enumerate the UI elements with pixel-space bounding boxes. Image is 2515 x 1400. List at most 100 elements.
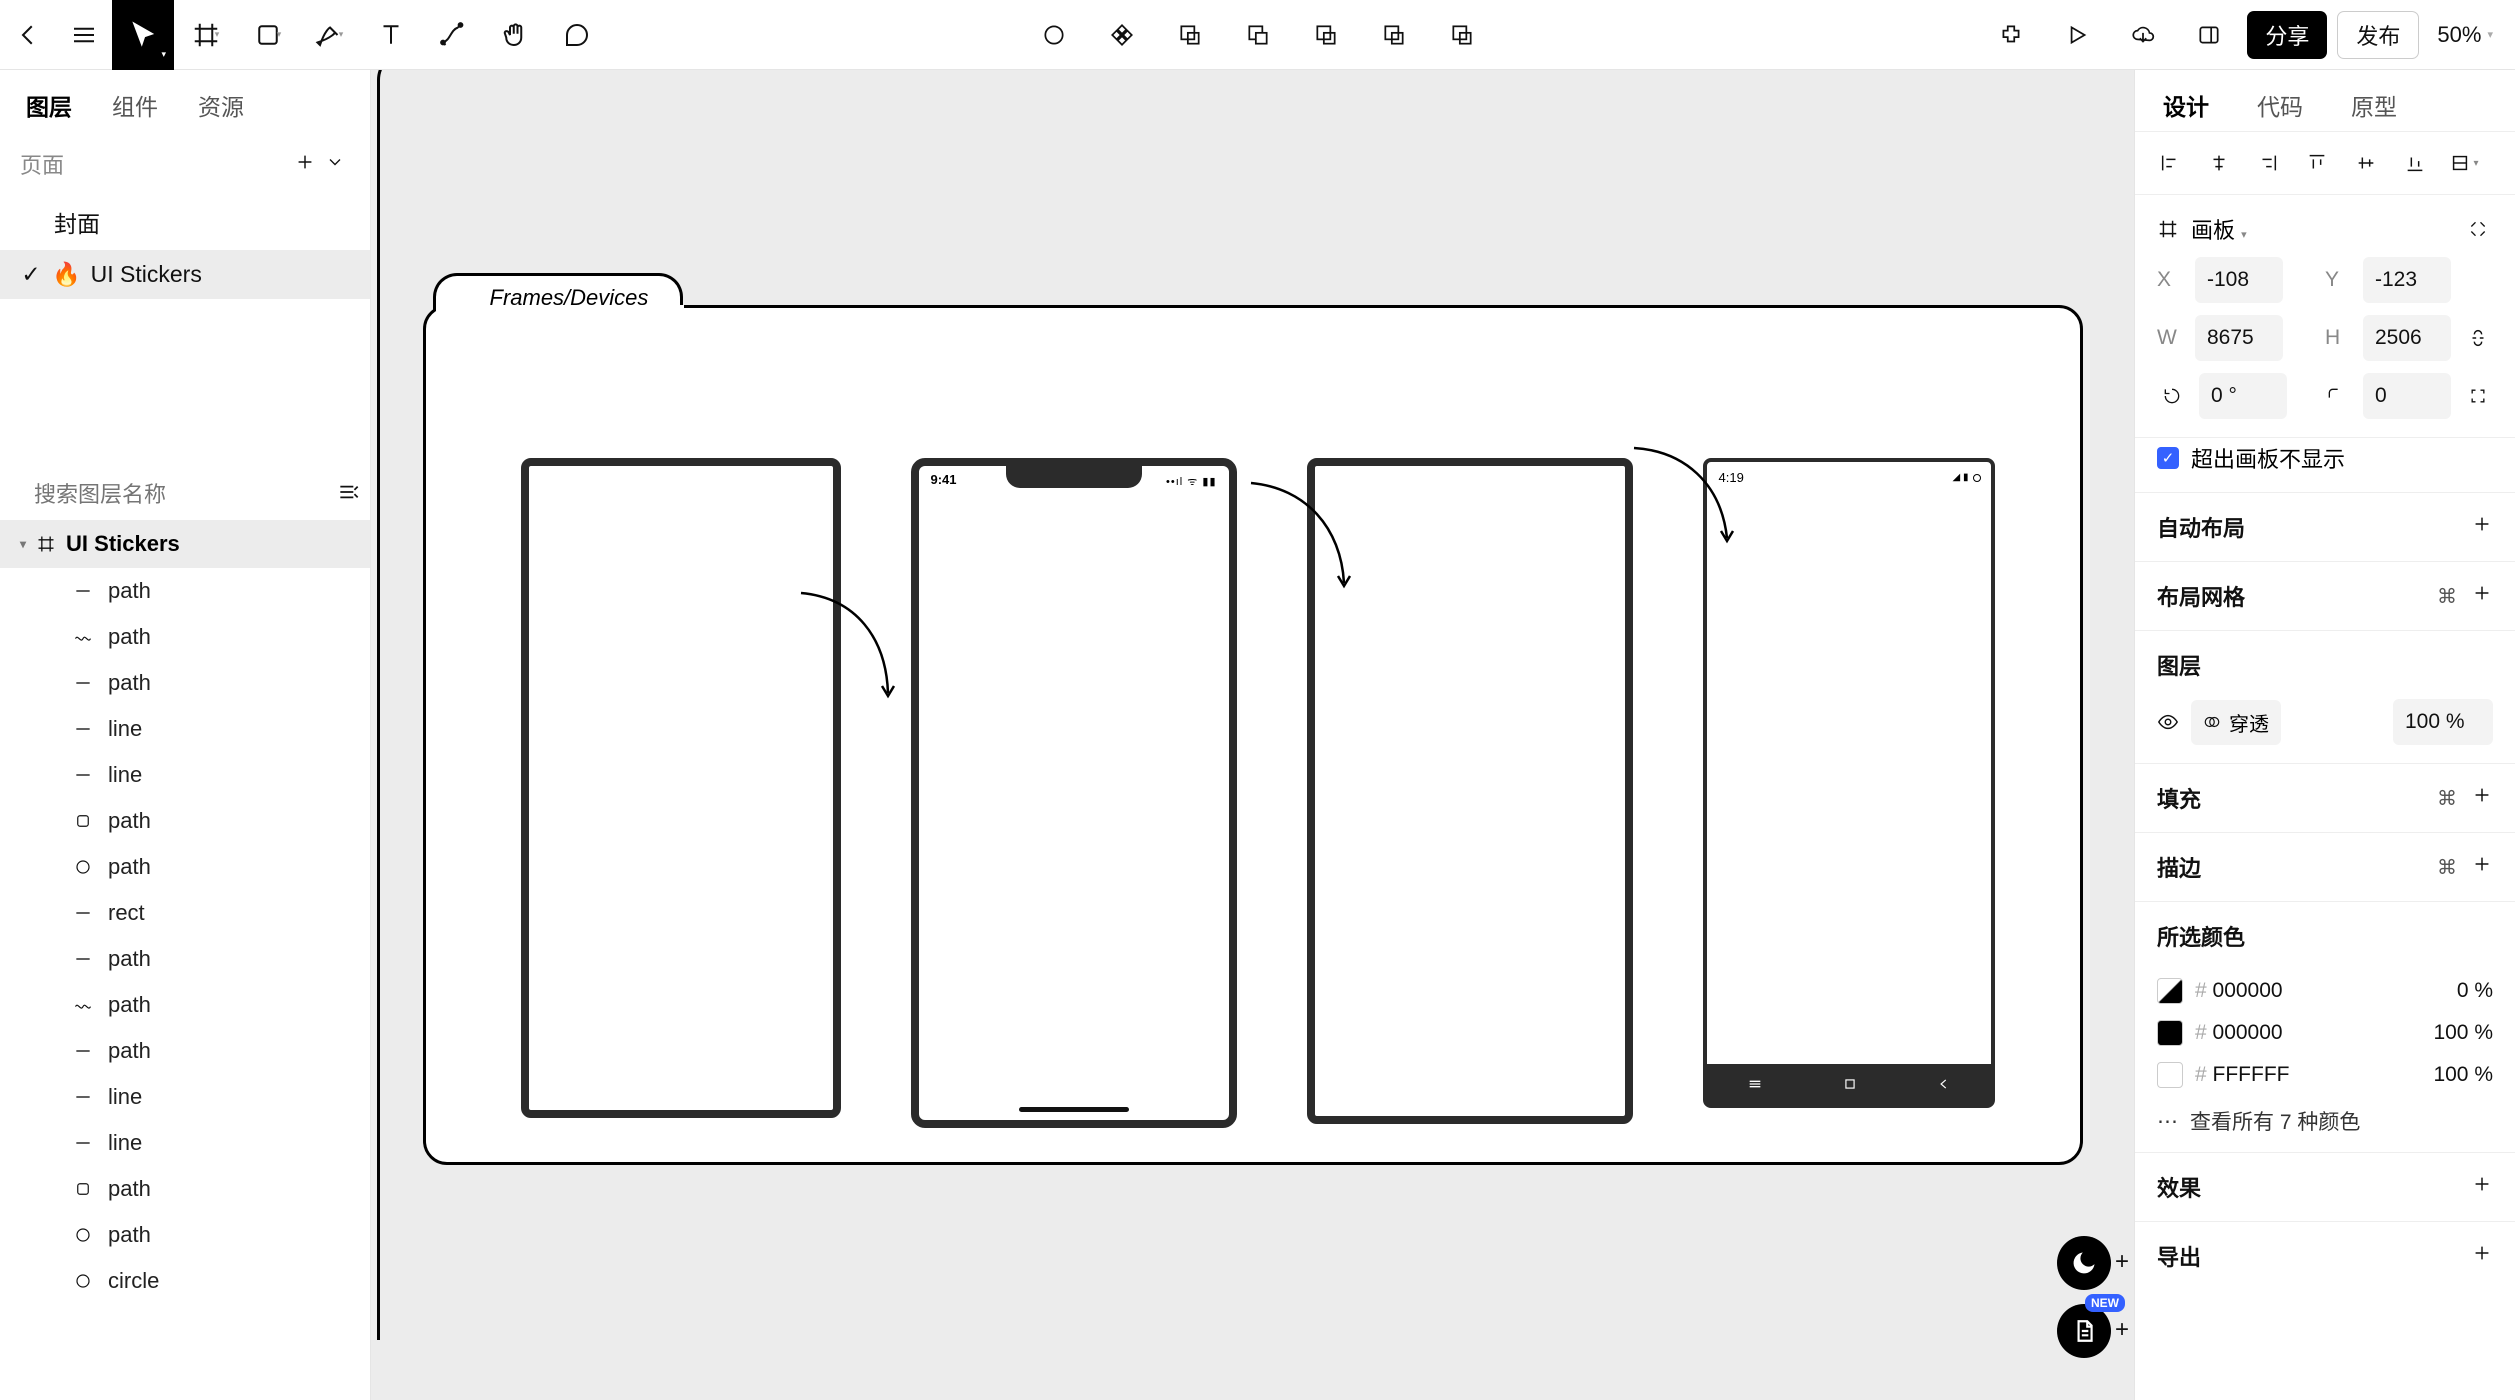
layer-item[interactable]: path <box>0 1166 370 1212</box>
layer-item[interactable]: path <box>0 844 370 890</box>
tab-code[interactable]: 代码 <box>2257 88 2303 122</box>
tab-prototype[interactable]: 原型 <box>2351 88 2397 122</box>
align-right-button[interactable] <box>2253 148 2283 178</box>
export-header: 导出 <box>2157 1240 2201 1272</box>
add-page-button[interactable] <box>290 151 320 178</box>
plugins-button[interactable] <box>1983 0 2039 70</box>
clip-content-checkbox[interactable]: ✓ <box>2157 447 2179 469</box>
text-tool[interactable] <box>360 0 422 70</box>
pen-tool[interactable]: ▾ <box>298 0 360 70</box>
tab-design[interactable]: 设计 <box>2163 88 2209 122</box>
theme-toggle-button[interactable]: + <box>2057 1236 2111 1290</box>
layer-item[interactable]: path <box>0 568 370 614</box>
notes-button[interactable]: + NEW <box>2057 1304 2111 1358</box>
frame-type-dropdown[interactable]: 画板 ▾ <box>2191 213 2247 245</box>
see-all-colors-button[interactable]: ⋯ 查看所有 7 种颜色 <box>2135 1096 2515 1153</box>
layer-name: path <box>108 1222 151 1248</box>
line-icon <box>72 580 94 602</box>
fit-button[interactable] <box>2463 214 2493 244</box>
line-icon <box>72 764 94 786</box>
play-button[interactable] <box>2049 0 2105 70</box>
layer-item[interactable]: line <box>0 1120 370 1166</box>
hand-tool[interactable] <box>484 0 546 70</box>
line-icon <box>72 1132 94 1154</box>
boolean-intersect-icon[interactable] <box>1298 0 1354 70</box>
boolean-union-icon[interactable] <box>1162 0 1218 70</box>
add-grid-button[interactable] <box>2471 582 2493 610</box>
layer-item[interactable]: line <box>0 706 370 752</box>
tab-assets[interactable]: 资源 <box>198 88 244 122</box>
eye-icon[interactable] <box>2157 711 2179 733</box>
lock-aspect-button[interactable] <box>2463 323 2493 353</box>
add-effect-button[interactable] <box>2471 1173 2493 1201</box>
y-input[interactable] <box>2363 257 2451 303</box>
layer-item[interactable]: line <box>0 1074 370 1120</box>
add-auto-layout-button[interactable] <box>2471 513 2493 541</box>
share-button[interactable]: 分享 <box>2247 11 2327 59</box>
align-bottom-button[interactable] <box>2400 148 2430 178</box>
distribute-button[interactable]: ▾ <box>2449 148 2479 178</box>
layer-name: rect <box>108 900 145 926</box>
x-input[interactable] <box>2195 257 2283 303</box>
layer-item[interactable]: path <box>0 936 370 982</box>
add-export-button[interactable] <box>2471 1242 2493 1270</box>
align-left-button[interactable] <box>2155 148 2185 178</box>
publish-button[interactable]: 发布 <box>2337 11 2419 59</box>
align-center-h-button[interactable] <box>2204 148 2234 178</box>
mask-icon[interactable] <box>1434 0 1490 70</box>
color-row[interactable]: # 0000000 % <box>2135 970 2515 1012</box>
filter-button[interactable] <box>336 479 362 510</box>
device-frame-android[interactable]: 4:19 ◢ ▮ <box>1703 458 1995 1108</box>
add-fill-button[interactable] <box>2471 784 2493 812</box>
layer-item[interactable]: path <box>0 614 370 660</box>
h-input[interactable] <box>2363 315 2451 361</box>
device-frame-iphone[interactable]: 9:41 ••ıl ᯤ ▮▮ <box>911 458 1237 1128</box>
layer-item[interactable]: line <box>0 752 370 798</box>
frame-tool[interactable]: ▾ <box>174 0 236 70</box>
layer-item[interactable]: rect <box>0 890 370 936</box>
blend-mode-dropdown[interactable]: 穿透 <box>2191 700 2281 745</box>
search-input[interactable] <box>34 482 322 508</box>
layer-frame-root[interactable]: ▾ UI Stickers <box>0 520 370 568</box>
page-item[interactable]: 封面 <box>0 194 370 250</box>
collapse-pages-button[interactable] <box>320 152 350 177</box>
boolean-exclude-icon[interactable] <box>1366 0 1422 70</box>
page-item[interactable]: ✓ 🔥 UI Stickers <box>0 250 370 299</box>
menu-button[interactable] <box>56 0 112 70</box>
boolean-subtract-icon[interactable] <box>1230 0 1286 70</box>
layer-item[interactable]: path <box>0 1028 370 1074</box>
layer-item[interactable]: circle <box>0 1258 370 1304</box>
color-row[interactable]: # 000000100 % <box>2135 1012 2515 1054</box>
canvas[interactable]: Frames/Devices 9:41 ••ıl ᯤ ▮▮ <box>371 70 2134 1400</box>
add-stroke-button[interactable] <box>2471 853 2493 881</box>
layer-item[interactable]: path <box>0 660 370 706</box>
tab-layers[interactable]: 图层 <box>26 88 72 122</box>
align-center-v-button[interactable] <box>2351 148 2381 178</box>
individual-corners-button[interactable] <box>2463 381 2493 411</box>
cloud-button[interactable] <box>2115 0 2171 70</box>
panel-toggle-button[interactable] <box>2181 0 2237 70</box>
back-button[interactable] <box>0 0 56 70</box>
component-icon[interactable] <box>1094 0 1150 70</box>
rotation-input[interactable] <box>2199 373 2287 419</box>
selected-frame[interactable]: Frames/Devices 9:41 ••ıl ᯤ ▮▮ <box>423 305 2083 1165</box>
move-tool[interactable]: ▾ <box>112 0 174 70</box>
layer-item[interactable]: path <box>0 1212 370 1258</box>
shape-tool[interactable]: ▾ <box>236 0 298 70</box>
frame-icon <box>36 534 56 554</box>
canvas-edge-decoration <box>377 70 383 1400</box>
radius-input[interactable] <box>2363 373 2451 419</box>
opacity-input[interactable] <box>2393 699 2493 745</box>
zoom-dropdown[interactable]: 50% ▾ <box>2437 22 2493 48</box>
layer-item[interactable]: path <box>0 798 370 844</box>
tab-components[interactable]: 组件 <box>112 88 158 122</box>
layer-item[interactable]: path <box>0 982 370 1028</box>
device-frame-generic[interactable] <box>521 458 841 1118</box>
w-input[interactable] <box>2195 315 2283 361</box>
align-top-button[interactable] <box>2302 148 2332 178</box>
ellipse-icon[interactable] <box>1026 0 1082 70</box>
layers-list: ▾ UI Stickers pathpathpathlinelinepathpa… <box>0 520 370 1400</box>
comment-tool[interactable] <box>546 0 608 70</box>
vector-tool[interactable] <box>422 0 484 70</box>
color-row[interactable]: # FFFFFF100 % <box>2135 1054 2515 1096</box>
